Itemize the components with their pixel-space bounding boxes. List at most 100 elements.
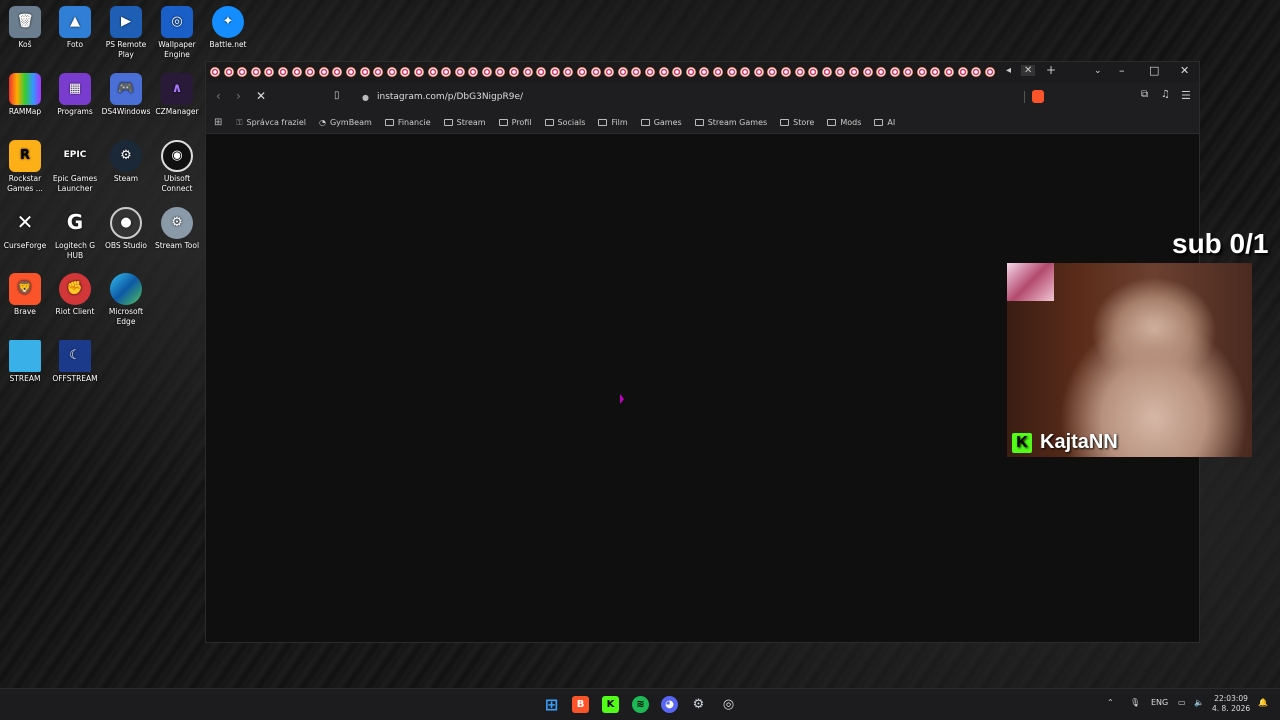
- instagram-tab-icon[interactable]: [291, 67, 302, 77]
- network-icon[interactable]: ▭: [1178, 698, 1186, 707]
- instagram-tab-icon[interactable]: [495, 67, 506, 77]
- taskbar-discord-icon[interactable]: ◕: [661, 696, 678, 713]
- instagram-tab-icon[interactable]: [563, 67, 574, 77]
- forward-icon[interactable]: ›: [236, 89, 241, 103]
- instagram-tab-icon[interactable]: [305, 67, 316, 77]
- desktop-icon-edge[interactable]: Microsoft Edge: [101, 273, 151, 326]
- taskbar-kick-icon[interactable]: K: [602, 696, 619, 713]
- microphone-icon[interactable]: 🎙: [1130, 698, 1140, 707]
- bookmark-folder-games[interactable]: Games: [640, 118, 682, 127]
- instagram-tab-icon[interactable]: [631, 67, 642, 77]
- desktop-icon-ubisoft[interactable]: ◉ Ubisoft Connect: [152, 140, 202, 193]
- desktop-icon-stream[interactable]: STREAM: [0, 340, 50, 384]
- brave-shields-icon[interactable]: [1032, 90, 1044, 103]
- instagram-tab-icon[interactable]: [658, 67, 669, 77]
- instagram-tab-icon[interactable]: [740, 67, 751, 77]
- bookmark-spravca[interactable]: ⚿ Správca fraziel: [236, 118, 306, 128]
- instagram-tab-icon[interactable]: [413, 67, 424, 77]
- taskbar-brave-icon[interactable]: B: [572, 696, 589, 713]
- maximize-icon[interactable]: □: [1149, 64, 1159, 77]
- instagram-tab-icon[interactable]: [250, 67, 261, 77]
- bookmark-gymbeam[interactable]: ◔ GymBeam: [319, 118, 372, 127]
- instagram-tab-icon[interactable]: [794, 67, 805, 77]
- desktop-icon-ds4windows[interactable]: 🎮 DS4Windows: [101, 73, 151, 117]
- instagram-tab-icon[interactable]: [916, 67, 927, 77]
- back-icon[interactable]: ‹: [216, 89, 221, 103]
- instagram-tab-icon[interactable]: [617, 67, 628, 77]
- bookmark-folder-film[interactable]: Film: [598, 118, 628, 127]
- taskbar-obs-icon[interactable]: ◎: [720, 696, 737, 713]
- clock[interactable]: 22:03:09 4. 8. 2026: [1212, 694, 1250, 714]
- instagram-tab-icon[interactable]: [685, 67, 696, 77]
- desktop-icon-rammap[interactable]: RAMMap: [0, 73, 50, 117]
- menu-icon[interactable]: ☰: [1181, 89, 1191, 102]
- bookmark-folder-socials[interactable]: Socials: [544, 118, 585, 127]
- desktop-icon-offstream[interactable]: ☾ OFFSTREAM: [50, 340, 100, 384]
- desktop-icon-curseforge[interactable]: ✕ CurseForge: [0, 207, 50, 251]
- instagram-tab-icon[interactable]: [441, 67, 452, 77]
- instagram-tab-icon[interactable]: [835, 67, 846, 77]
- extensions-icon[interactable]: ⧉: [1141, 89, 1148, 100]
- desktop-icon-programs[interactable]: ▦ Programs: [50, 73, 100, 117]
- instagram-tab-icon[interactable]: [944, 67, 955, 77]
- bookmark-folder-financie[interactable]: Financie: [384, 118, 431, 127]
- instagram-tab-icon[interactable]: [223, 67, 234, 77]
- instagram-tab-icon[interactable]: [481, 67, 492, 77]
- site-info-icon[interactable]: ●: [362, 93, 369, 102]
- address-bar[interactable]: ● instagram.com/p/DbG3NigpR9e/: [354, 88, 1044, 106]
- instagram-tab-icon[interactable]: [386, 67, 397, 77]
- bookmark-folder-profil[interactable]: Profil: [498, 118, 532, 127]
- instagram-tab-icon[interactable]: [930, 67, 941, 77]
- instagram-tab-icon[interactable]: [753, 67, 764, 77]
- instagram-tab-icon[interactable]: [345, 67, 356, 77]
- desktop-icon-epic-games[interactable]: EPIC Epic Games Launcher: [50, 140, 100, 193]
- notifications-icon[interactable]: 🔔: [1258, 698, 1268, 707]
- language-indicator[interactable]: ENG: [1151, 698, 1168, 707]
- instagram-tab-icon[interactable]: [577, 67, 588, 77]
- instagram-tab-icon[interactable]: [808, 67, 819, 77]
- instagram-tab-icon[interactable]: [590, 67, 601, 77]
- instagram-tab-icon[interactable]: [237, 67, 248, 77]
- instagram-tab-icon[interactable]: [264, 67, 275, 77]
- instagram-tab-icon[interactable]: [821, 67, 832, 77]
- instagram-tab-icon[interactable]: [645, 67, 655, 77]
- desktop-icon-rockstar[interactable]: R Rockstar Games ...: [0, 140, 50, 193]
- bookmark-icon[interactable]: ▯: [334, 90, 340, 101]
- instagram-tab-icon[interactable]: [359, 67, 370, 77]
- instagram-tab-icon[interactable]: [726, 67, 737, 77]
- instagram-tab-icon[interactable]: [957, 67, 968, 77]
- tab-scroll-left-icon[interactable]: ◂: [1006, 65, 1011, 76]
- instagram-tab-icon[interactable]: [876, 67, 887, 77]
- minimize-icon[interactable]: –: [1119, 64, 1125, 77]
- desktop-icon-czmanager[interactable]: ∧ CZManager: [152, 73, 202, 117]
- stop-loading-icon[interactable]: ✕: [256, 89, 266, 103]
- instagram-tab-icon[interactable]: [522, 67, 533, 77]
- instagram-tab-icon[interactable]: [767, 67, 778, 77]
- desktop-icon-stream-tool[interactable]: ⚙ Stream Tool: [152, 207, 202, 251]
- bookmark-folder-stream-games[interactable]: Stream Games: [694, 118, 767, 127]
- bookmark-folder-mods[interactable]: Mods: [827, 118, 861, 127]
- bookmark-folder-ai[interactable]: AI: [874, 118, 895, 127]
- close-window-icon[interactable]: ✕: [1180, 64, 1189, 77]
- instagram-tab-icon[interactable]: [848, 67, 859, 77]
- instagram-tab-icon[interactable]: [699, 67, 710, 77]
- instagram-tab-icon[interactable]: [400, 67, 411, 77]
- start-windows-icon[interactable]: ⊞: [543, 695, 560, 714]
- instagram-tab-icon[interactable]: [454, 67, 465, 77]
- tab-list-icon[interactable]: ⌄: [1094, 66, 1102, 76]
- volume-icon[interactable]: 🔈: [1194, 698, 1204, 707]
- tray-overflow-icon[interactable]: ⌃: [1107, 698, 1114, 707]
- desktop-icon-obs[interactable]: ● OBS Studio: [101, 207, 151, 251]
- instagram-tab-icon[interactable]: [536, 67, 547, 77]
- taskbar-spotify-icon[interactable]: ≋: [632, 696, 649, 713]
- desktop-icon-riot-client[interactable]: ✊ Riot Client: [50, 273, 100, 317]
- instagram-tab-icon[interactable]: [509, 67, 520, 77]
- instagram-tab-icon[interactable]: [604, 67, 615, 77]
- media-icon[interactable]: ♫: [1161, 89, 1170, 100]
- instagram-tab-icon[interactable]: [318, 67, 329, 77]
- instagram-tab-icon[interactable]: [373, 67, 384, 77]
- instagram-tab-icon[interactable]: [672, 67, 683, 77]
- instagram-tab-icon[interactable]: [780, 67, 791, 77]
- instagram-tab-icon[interactable]: [277, 67, 288, 77]
- instagram-tab-icon[interactable]: [903, 67, 914, 77]
